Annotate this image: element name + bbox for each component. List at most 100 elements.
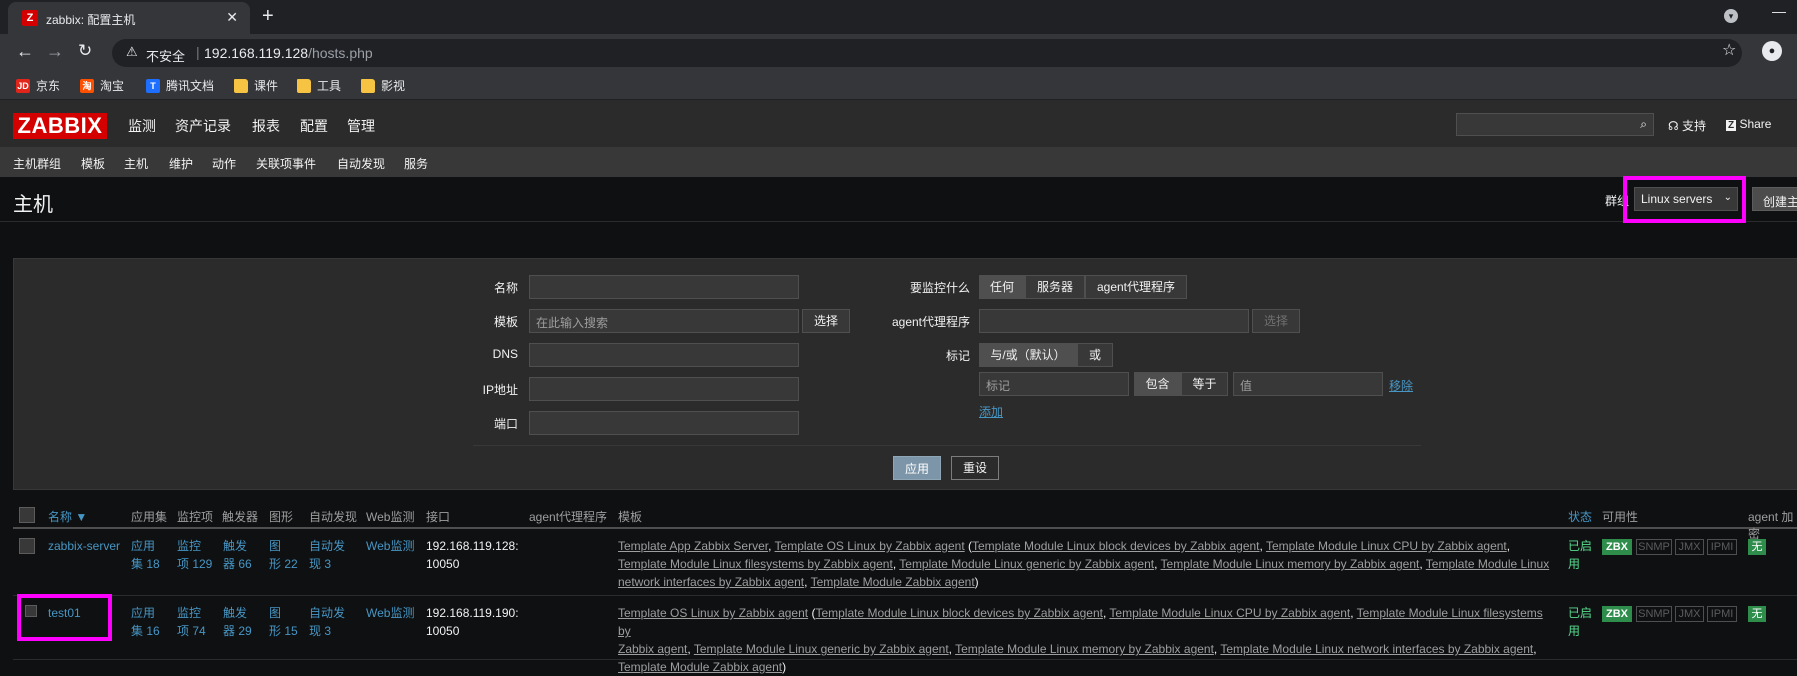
tag-equals-option[interactable]: 等于	[1181, 372, 1228, 396]
col-status[interactable]: 状态	[1568, 508, 1592, 525]
menu-reports[interactable]: 报表	[252, 116, 280, 136]
interface-port: 10050	[426, 557, 460, 571]
discovery-link[interactable]: 自动发现 3	[309, 537, 345, 573]
template-link[interactable]: Template Module Zabbix agent	[618, 660, 782, 674]
bookmark-taobao[interactable]: 淘 淘宝	[80, 77, 124, 94]
filter-ip-input[interactable]	[529, 377, 799, 401]
applications-link[interactable]: 应用集 18	[131, 537, 160, 573]
graphs-link[interactable]: 图形 22	[269, 537, 298, 573]
tag-mode-or[interactable]: 或	[1077, 343, 1113, 367]
tag-name-input[interactable]: 标记	[979, 372, 1129, 396]
search-icon[interactable]: ⌕	[1640, 117, 1647, 132]
template-link[interactable]: Template Module Linux generic by Zabbix …	[694, 642, 949, 656]
tag-contains-option[interactable]: 包含	[1134, 372, 1181, 396]
back-icon[interactable]: ←	[16, 41, 34, 62]
menu-monitoring[interactable]: 监测	[128, 116, 156, 136]
page-header: 主机 群组 Linux servers ⌄ 创建主机	[0, 177, 1797, 222]
tag-add-link[interactable]: 添加	[979, 403, 1003, 420]
monitor-server-option[interactable]: 服务器	[1025, 275, 1085, 299]
filter-template-input[interactable]: 在此输入搜索	[529, 309, 799, 333]
triggers-link[interactable]: 触发器 66	[223, 537, 252, 573]
submenu-services[interactable]: 服务	[404, 155, 428, 172]
host-name-link[interactable]: zabbix-server	[48, 537, 120, 555]
applications-link[interactable]: 应用集 16	[131, 604, 160, 640]
proxy-select-button[interactable]: 选择	[1252, 309, 1300, 333]
web-link[interactable]: Web监测	[366, 537, 414, 555]
menu-inventory[interactable]: 资产记录	[175, 116, 231, 136]
filter-dns-input[interactable]	[529, 343, 799, 367]
templates-line: network interfaces by Zabbix agent, Temp…	[618, 575, 979, 589]
tag-mode-andor[interactable]: 与/或（默认）	[979, 343, 1077, 367]
template-link[interactable]: Template OS Linux by Zabbix agent	[775, 539, 965, 553]
bookmark-folder-video[interactable]: 影视	[361, 77, 405, 94]
tab-search-icon[interactable]: ▾	[1724, 9, 1738, 23]
apply-button[interactable]: 应用	[893, 456, 941, 480]
web-link[interactable]: Web监测	[366, 604, 414, 622]
bookmark-jd[interactable]: JD 京东	[16, 77, 60, 94]
template-link[interactable]: Template App Zabbix Server	[618, 539, 768, 553]
tencent-docs-icon: T	[146, 78, 160, 93]
template-link[interactable]: Template OS Linux by Zabbix agent	[618, 606, 808, 620]
template-link[interactable]: Template Module Linux	[1426, 557, 1549, 571]
support-link[interactable]: ☊ 支持	[1668, 117, 1706, 134]
submenu-host-groups[interactable]: 主机群组	[13, 155, 61, 172]
triggers-link[interactable]: 触发器 29	[223, 604, 252, 640]
template-link[interactable]: Template Module Linux CPU by Zabbix agen…	[1266, 539, 1507, 553]
template-link[interactable]: Template Module Linux memory by Zabbix a…	[955, 642, 1214, 656]
incognito-profile-icon[interactable]: ●	[1762, 41, 1782, 61]
submenu-event-correlation[interactable]: 关联项事件	[256, 155, 316, 172]
menu-administration[interactable]: 管理	[347, 116, 375, 136]
template-link[interactable]: Template Module Linux network interfaces…	[1220, 642, 1533, 656]
status-enabled-link[interactable]: 已启用	[1568, 604, 1592, 640]
submenu-discovery[interactable]: 自动发现	[337, 155, 385, 172]
template-link[interactable]: Template Module Linux memory by Zabbix a…	[1161, 557, 1420, 571]
template-link[interactable]: Template Module Linux generic by Zabbix …	[899, 557, 1154, 571]
tag-remove-link[interactable]: 移除	[1389, 377, 1413, 394]
bookmark-folder-tools[interactable]: 工具	[297, 77, 341, 94]
monitor-proxy-option[interactable]: agent代理程序	[1085, 275, 1187, 299]
new-tab-button[interactable]: +	[262, 5, 274, 28]
col-name[interactable]: 名称 ▼	[48, 508, 87, 525]
folder-icon	[234, 78, 248, 93]
template-link[interactable]: Template Module Linux block devices by Z…	[972, 539, 1260, 553]
monitor-any-option[interactable]: 任何	[979, 275, 1025, 299]
filter-proxy-input[interactable]	[979, 309, 1249, 333]
submenu-actions[interactable]: 动作	[212, 155, 236, 172]
template-link[interactable]: Template Module Linux block devices by Z…	[815, 606, 1103, 620]
menu-configuration[interactable]: 配置	[300, 116, 328, 136]
share-link[interactable]: Z Share	[1726, 117, 1771, 131]
zabbix-logo[interactable]: ZABBIX	[13, 113, 107, 139]
template-link[interactable]: Template Module Zabbix agent	[811, 575, 975, 589]
items-link[interactable]: 监控项 129	[177, 537, 212, 573]
filter-port-input[interactable]	[529, 411, 799, 435]
create-host-button[interactable]: 创建主机	[1752, 187, 1797, 211]
close-tab-icon[interactable]: ✕	[226, 9, 238, 26]
global-search-input[interactable]: ⌕	[1456, 113, 1654, 136]
submenu-templates[interactable]: 模板	[81, 155, 105, 172]
graphs-link[interactable]: 图形 15	[269, 604, 298, 640]
bookmark-tencent-docs[interactable]: T 腾讯文档	[146, 77, 214, 94]
template-link[interactable]: Template Module Linux CPU by Zabbix agen…	[1109, 606, 1350, 620]
discovery-link[interactable]: 自动发现 3	[309, 604, 345, 640]
reset-button[interactable]: 重设	[951, 456, 999, 480]
row-checkbox[interactable]	[19, 538, 35, 554]
tag-value-input[interactable]: 值	[1233, 372, 1383, 396]
address-bar[interactable]: ⚠ 不安全 | 192.168.119.128/hosts.php	[112, 39, 1742, 67]
forward-icon[interactable]: →	[46, 41, 64, 62]
discovery-count: 现 3	[309, 624, 332, 638]
template-link[interactable]: network interfaces by Zabbix agent	[618, 575, 804, 589]
bookmark-star-icon[interactable]: ☆	[1722, 40, 1736, 60]
select-all-checkbox[interactable]	[19, 507, 35, 523]
template-link[interactable]: Zabbix agent	[618, 642, 687, 656]
items-link[interactable]: 监控项 74	[177, 604, 206, 640]
reload-icon[interactable]: ↻	[78, 41, 92, 61]
col-templates: 模板	[618, 510, 643, 524]
bookmark-folder-courseware[interactable]: 课件	[234, 77, 278, 94]
submenu-maintenance[interactable]: 维护	[169, 155, 193, 172]
browser-tab[interactable]: Z zabbix: 配置主机 ✕	[8, 2, 250, 34]
template-link[interactable]: Template Module Linux filesystems by Zab…	[618, 557, 893, 571]
filter-name-input[interactable]	[529, 275, 799, 299]
status-enabled-link[interactable]: 已启用	[1568, 537, 1592, 573]
minimize-window-icon[interactable]: —	[1772, 3, 1786, 19]
template-select-button[interactable]: 选择	[802, 309, 850, 333]
